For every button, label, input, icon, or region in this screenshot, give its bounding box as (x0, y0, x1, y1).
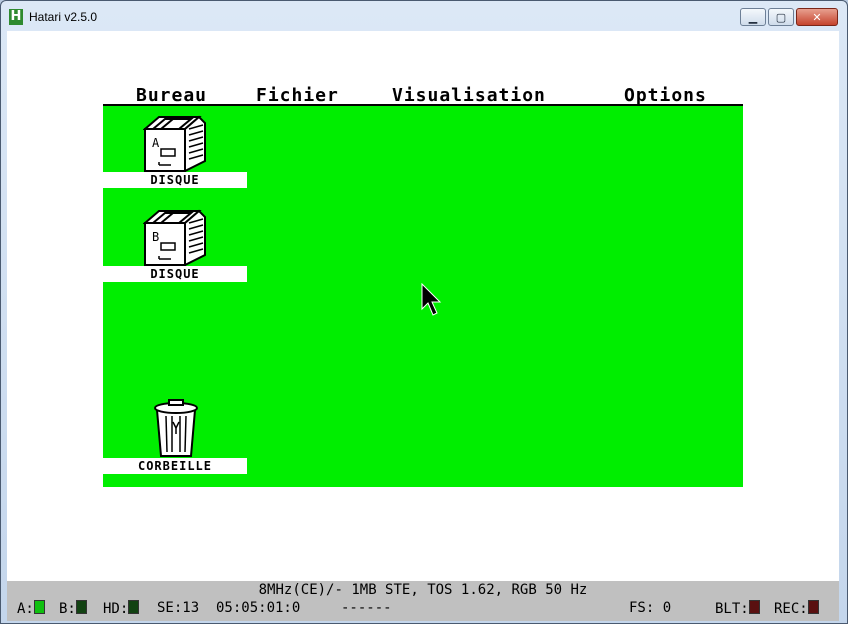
drive-a-status-label: A: (17, 601, 34, 617)
drive-b-led-icon (75, 600, 87, 614)
floppy-drive-icon[interactable]: A (143, 113, 209, 173)
mouse-cursor-icon (421, 283, 442, 316)
atari-desktop-screen[interactable]: Bureau Fichier Visualisation Options A D… (103, 84, 743, 487)
blt-status-label: BLT: (715, 601, 749, 617)
rec-status-label: REC: (774, 601, 808, 617)
window-title: Hatari v2.5.0 (29, 10, 98, 24)
menu-bureau[interactable]: Bureau (136, 85, 207, 106)
maximize-button[interactable]: ▢ (768, 8, 794, 26)
drive-b-letter: B (152, 230, 159, 244)
menu-fichier[interactable]: Fichier (256, 85, 339, 106)
drive-a-led-icon (33, 600, 45, 614)
drive-b-status: B: (59, 600, 87, 617)
drive-a-label[interactable]: DISQUE (103, 172, 247, 188)
machine-info: 8MHz(CE)/- 1MB STE, TOS 1.62, RGB 50 Hz (258, 582, 588, 598)
drive-a-status: A: (17, 600, 45, 617)
menu-visualisation[interactable]: Visualisation (392, 85, 546, 106)
hatari-app-icon[interactable]: H (9, 9, 23, 25)
minimize-button[interactable]: ▁ (740, 8, 766, 26)
hd-status-label: HD: (103, 601, 129, 617)
floppy-drive-icon[interactable]: B (143, 207, 209, 267)
drive-b-status-label: B: (59, 601, 76, 617)
menu-options[interactable]: Options (624, 85, 707, 106)
emulator-screen[interactable]: Bureau Fichier Visualisation Options A D… (7, 31, 839, 581)
trash-label[interactable]: CORBEILLE (103, 458, 247, 474)
trash-icon[interactable] (153, 398, 199, 458)
gem-menu-bar[interactable]: Bureau Fichier Visualisation Options (103, 84, 743, 106)
time-status: 05:05:01:0 (216, 600, 301, 616)
blt-status: BLT: (715, 600, 760, 617)
hatari-statusbar: 8MHz(CE)/- 1MB STE, TOS 1.62, RGB 50 Hz … (7, 581, 839, 621)
rec-led-icon (807, 600, 819, 614)
drive-b-label[interactable]: DISQUE (103, 266, 247, 282)
fs-status: FS: 0 (629, 600, 672, 616)
blt-led-icon (748, 600, 760, 614)
desktop-area[interactable]: A DISQUE B DISQUE CORBEILLE (103, 106, 743, 487)
hd-led-icon (128, 600, 140, 614)
close-button[interactable]: ✕ (796, 8, 838, 26)
drive-a-letter: A (152, 136, 160, 150)
se-status: SE:13 (157, 600, 200, 616)
activity-dashes: ------ (341, 600, 392, 616)
hd-status: HD: (103, 600, 140, 617)
title-bar[interactable]: H Hatari v2.5.0 ▁ ▢ ✕ (0, 0, 848, 32)
rec-status: REC: (774, 600, 819, 617)
